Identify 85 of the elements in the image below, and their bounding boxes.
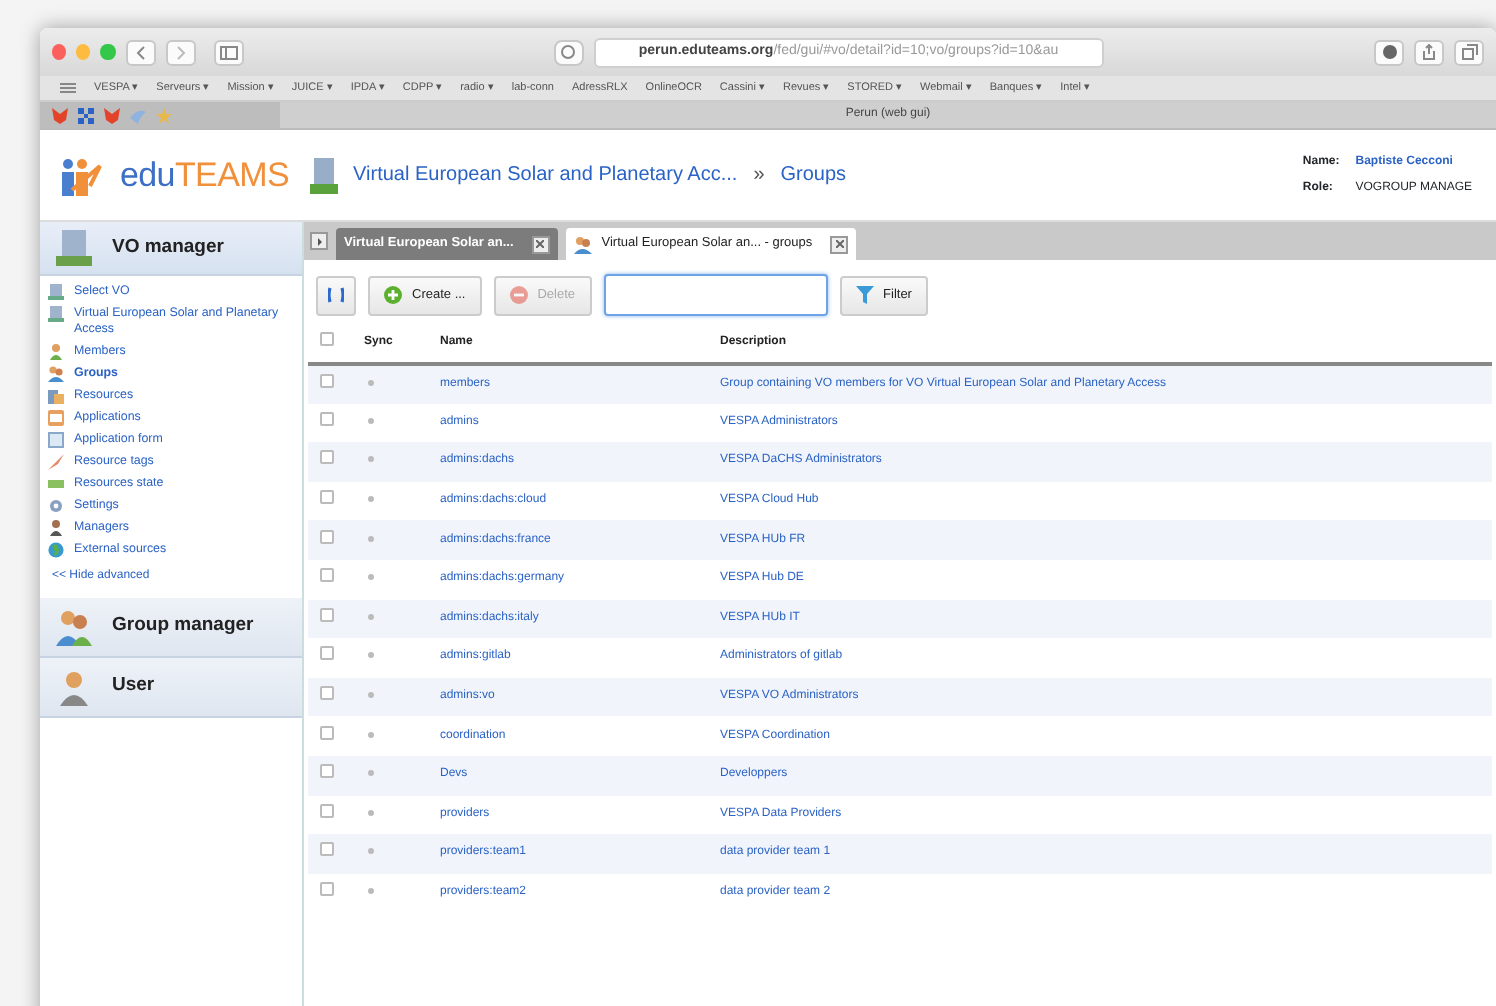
row-checkbox[interactable]	[320, 842, 334, 857]
row-checkbox[interactable]	[320, 803, 334, 818]
row-checkbox[interactable]	[320, 607, 334, 622]
select-all-checkbox[interactable]	[320, 332, 334, 346]
document-icon	[48, 431, 64, 447]
search-field[interactable]	[603, 274, 828, 316]
breadcrumb-separator: »	[753, 162, 765, 190]
close-tab-icon[interactable]	[531, 235, 550, 253]
sync-icon	[368, 535, 374, 542]
minimize-button[interactable]	[76, 44, 91, 60]
sync-icon	[368, 887, 374, 894]
sidebar-button[interactable]	[213, 39, 244, 65]
row-checkbox[interactable]	[320, 490, 334, 505]
extension-button[interactable]	[1374, 39, 1405, 65]
share-icon	[1422, 44, 1437, 60]
globe-icon	[48, 541, 64, 557]
row-checkbox[interactable]	[320, 411, 334, 426]
gear-icon	[48, 497, 64, 513]
sync-icon	[368, 496, 374, 502]
stack-icon	[48, 387, 64, 403]
sync-icon	[368, 574, 374, 581]
people-icon	[573, 235, 592, 253]
section-header[interactable]: User	[40, 658, 302, 718]
bar-icon	[48, 475, 64, 491]
section-header[interactable]: VO manager	[40, 222, 302, 276]
back-button[interactable]	[125, 39, 156, 65]
sync-icon	[368, 613, 374, 620]
row-checkbox[interactable]	[320, 529, 334, 544]
breadcrumb-link[interactable]: Groups	[780, 160, 847, 190]
people-icon	[48, 365, 64, 381]
row-checkbox[interactable]	[320, 882, 334, 897]
row-checkbox[interactable]	[320, 646, 334, 661]
sync-icon	[368, 417, 374, 424]
circle-icon	[560, 44, 577, 60]
refresh-button[interactable]	[316, 275, 356, 315]
close-tab-icon[interactable]	[830, 235, 849, 253]
row-checkbox[interactable]	[320, 725, 334, 740]
logo-text: eduTEAMS	[120, 153, 290, 198]
person-icon	[56, 669, 92, 705]
fox-icon[interactable]	[104, 107, 120, 123]
sync-icon	[368, 379, 374, 386]
tab-menu-button[interactable]	[310, 232, 328, 250]
section-header[interactable]: Group manager	[40, 598, 302, 658]
person-icon	[48, 519, 64, 535]
row-checkbox[interactable]	[320, 373, 334, 388]
star-icon[interactable]	[156, 107, 172, 123]
plus-icon	[384, 286, 402, 304]
sidebar-icon	[219, 45, 238, 59]
close-icon	[835, 240, 844, 248]
tabs-icon	[1461, 44, 1478, 60]
bookmarks-icon[interactable]	[60, 82, 76, 94]
share-button[interactable]	[1414, 39, 1445, 65]
logo-icon	[60, 153, 104, 197]
sync-icon	[368, 652, 374, 659]
extension-icon	[1381, 44, 1398, 60]
forward-button[interactable]	[165, 39, 196, 65]
computer-icon	[56, 230, 92, 266]
sync-icon	[368, 456, 374, 463]
zoom-button[interactable]	[100, 44, 116, 60]
person-icon	[48, 343, 64, 359]
row-checkbox[interactable]	[320, 450, 334, 465]
row-checkbox[interactable]	[320, 568, 334, 583]
row-checkbox[interactable]	[320, 764, 334, 779]
computer-icon	[48, 283, 64, 299]
fox-icon[interactable]	[52, 107, 68, 123]
close-button[interactable]	[52, 44, 67, 60]
sync-icon	[368, 770, 374, 777]
breadcrumb-link[interactable]: Virtual European Solar and Planetary Acc...	[353, 160, 738, 190]
bird-icon[interactable]	[130, 107, 146, 123]
computer-icon	[48, 305, 64, 321]
form-icon	[48, 409, 64, 425]
tabs-button[interactable]	[1454, 39, 1485, 65]
people-icon	[56, 609, 92, 645]
sync-icon	[368, 809, 374, 816]
filter-icon	[855, 286, 874, 304]
triangle-icon	[315, 237, 323, 245]
server-icon	[309, 157, 338, 193]
sync-icon	[368, 691, 374, 698]
sync-icon	[368, 848, 374, 855]
privacy-button[interactable]	[553, 39, 584, 65]
sync-icon	[368, 731, 374, 738]
close-icon	[536, 240, 545, 248]
minus-icon	[509, 286, 528, 304]
grid-icon[interactable]	[78, 107, 94, 123]
row-checkbox[interactable]	[320, 686, 334, 701]
